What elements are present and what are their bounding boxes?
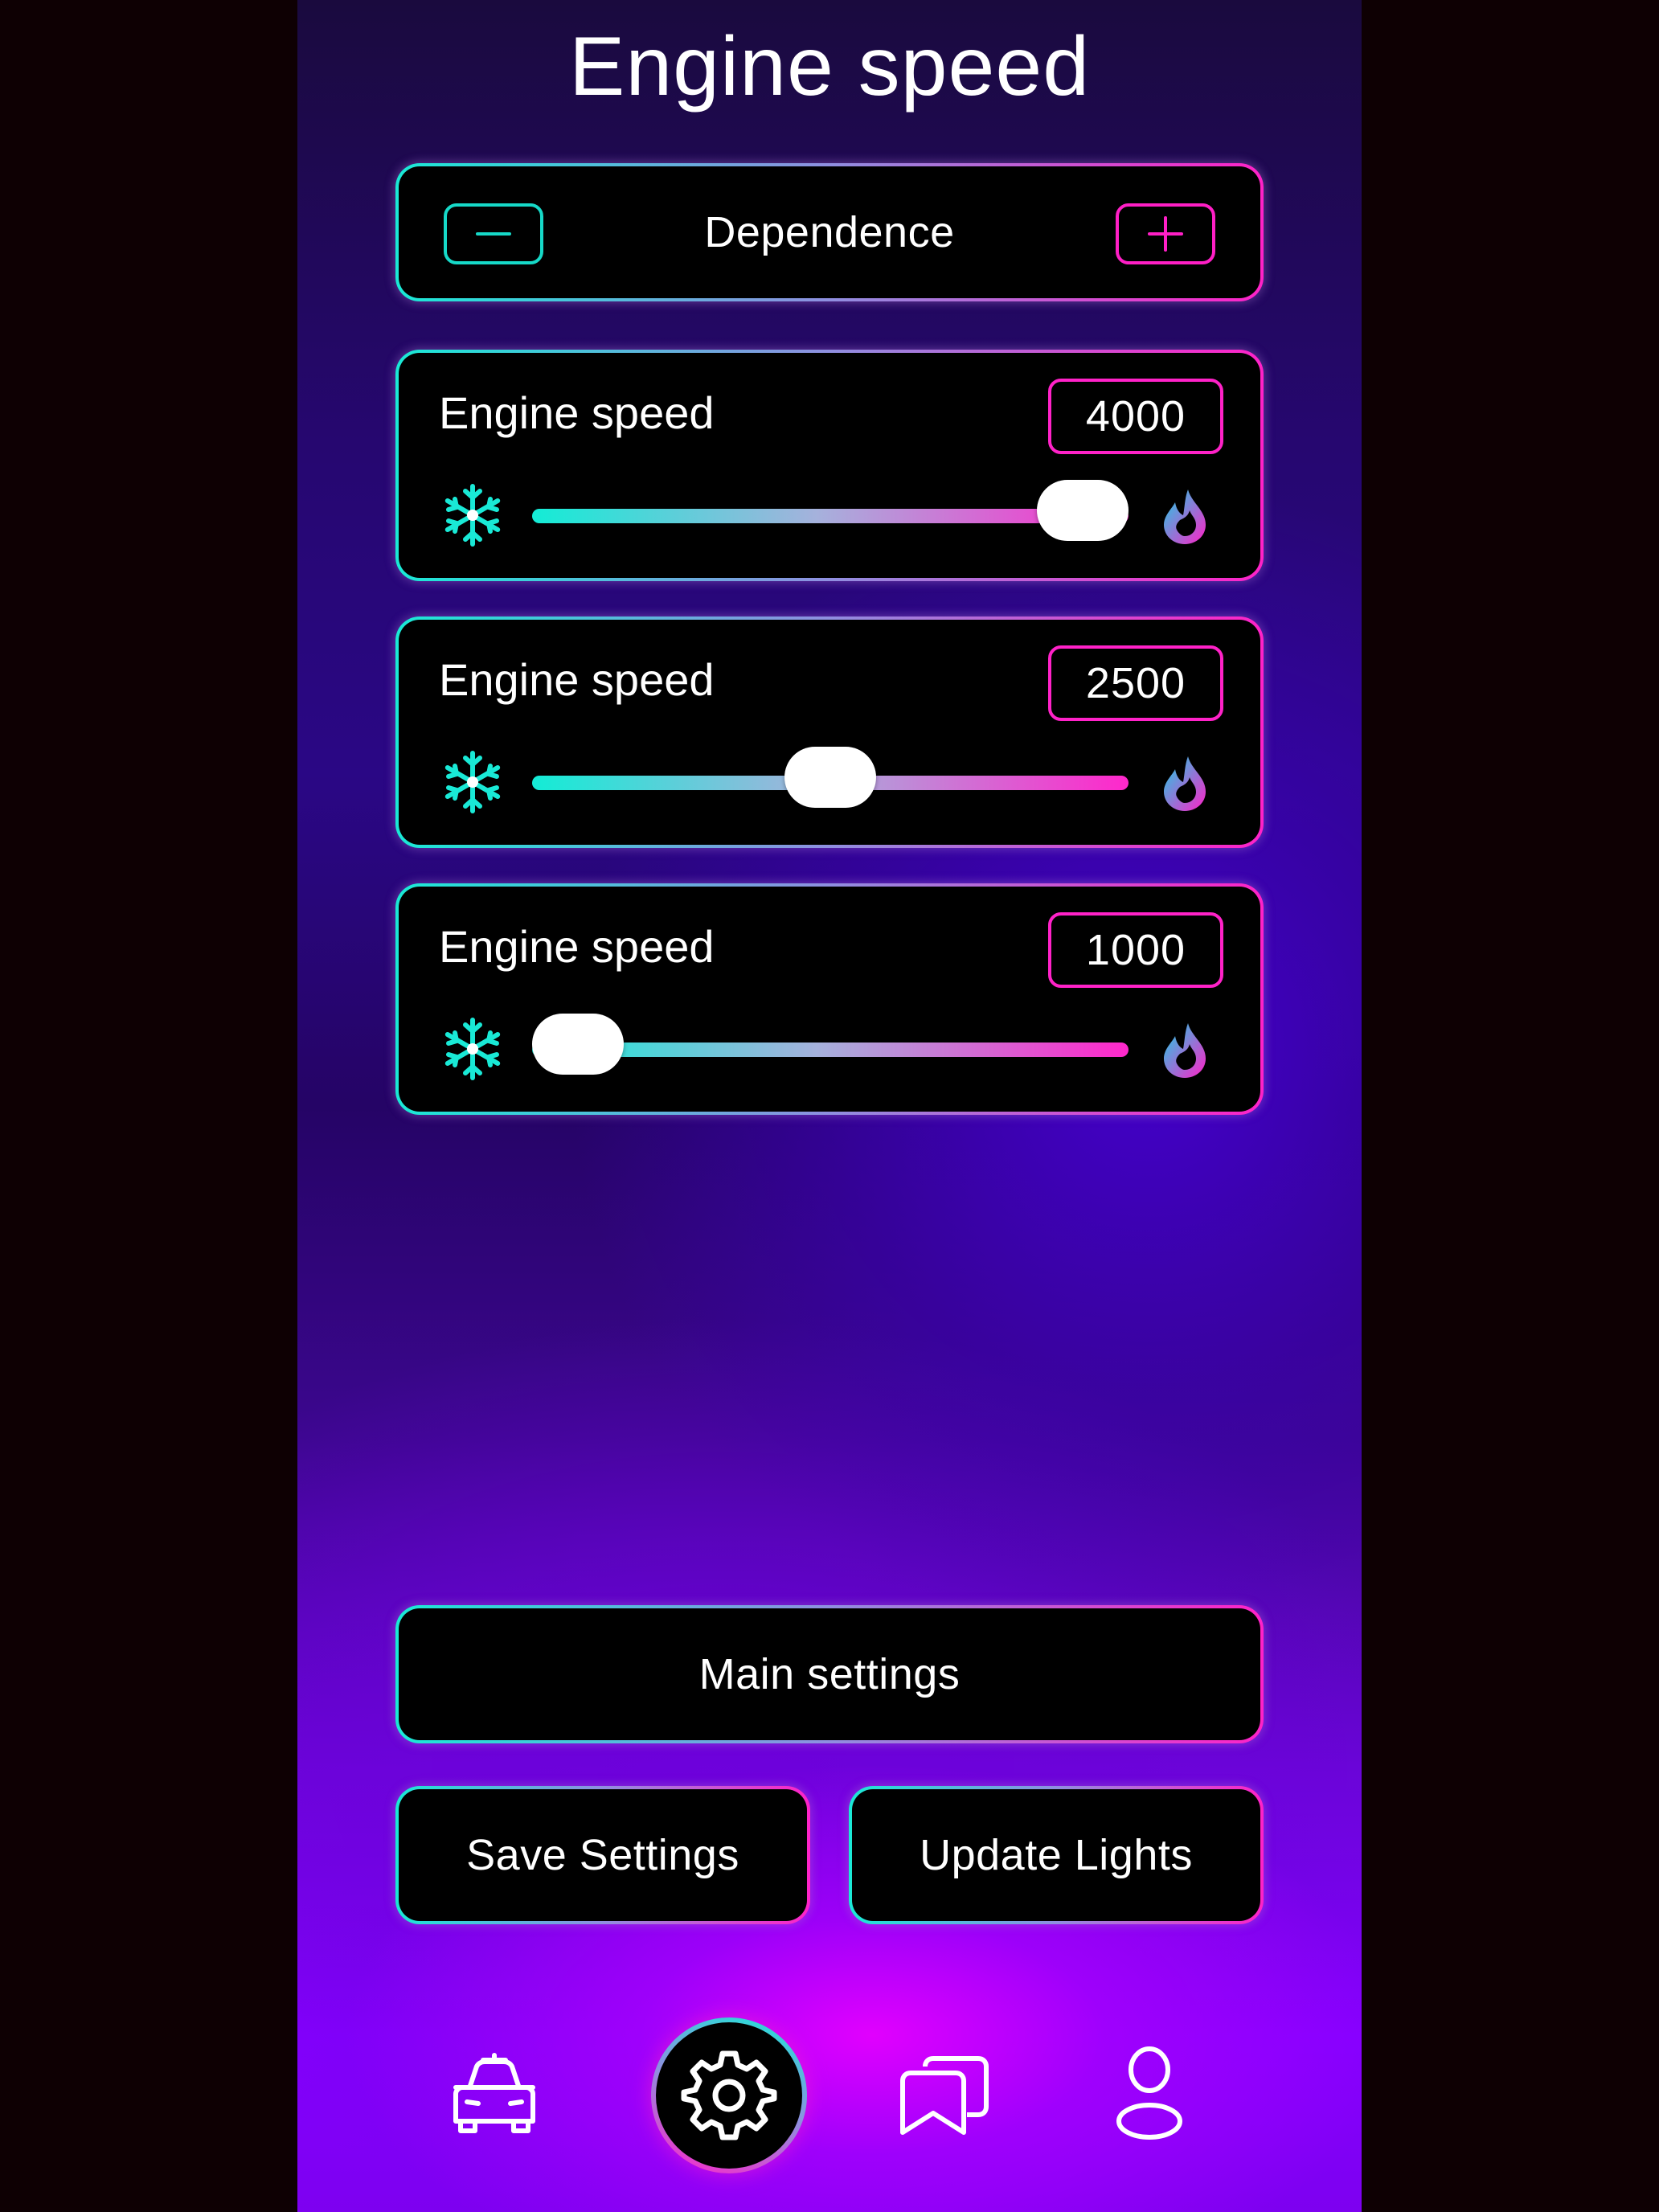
gear-icon <box>681 2050 777 2140</box>
snowflake-icon <box>444 1018 501 1080</box>
speed-value-field[interactable]: 4000 <box>1048 379 1223 454</box>
nav-library[interactable] <box>892 2040 997 2144</box>
slider-label: Engine speed <box>439 387 715 438</box>
slider-thumb[interactable] <box>784 747 876 808</box>
nav-car[interactable] <box>442 2042 547 2146</box>
page-title: Engine speed <box>568 20 1091 113</box>
main-settings-label: Main settings <box>698 1650 961 1698</box>
app-screen: Engine speed Dependence Engine speed 400… <box>297 0 1362 2212</box>
snowflake-icon <box>444 751 501 813</box>
engine-speed-card-1: Engine speed 4000 <box>395 350 1264 581</box>
engine-speed-slider[interactable] <box>532 747 1129 808</box>
engine-speed-slider[interactable] <box>532 1014 1129 1075</box>
increase-button[interactable] <box>1116 203 1215 264</box>
speed-value-field[interactable]: 1000 <box>1048 912 1223 988</box>
user-icon <box>1116 2046 1182 2140</box>
update-lights-label: Update Lights <box>920 1831 1193 1879</box>
snowflake-icon <box>444 484 501 547</box>
dependence-panel: Dependence <box>395 163 1264 301</box>
engine-speed-card-2: Engine speed 2500 <box>395 616 1264 848</box>
car-icon <box>453 2053 535 2133</box>
book-icon <box>900 2056 989 2135</box>
save-settings-label: Save Settings <box>466 1831 739 1879</box>
slider-label: Engine speed <box>439 654 715 705</box>
nav-profile[interactable] <box>1101 2042 1198 2146</box>
main-settings-button[interactable]: Main settings <box>395 1605 1264 1743</box>
plus-icon <box>1148 216 1183 252</box>
nav-settings[interactable] <box>651 2017 807 2173</box>
engine-speed-slider[interactable] <box>532 480 1129 541</box>
engine-speed-card-3: Engine speed 1000 <box>395 883 1264 1115</box>
slider-thumb[interactable] <box>532 1014 624 1075</box>
flame-icon <box>1164 1023 1206 1078</box>
slider-thumb[interactable] <box>1037 480 1129 541</box>
flame-icon <box>1164 756 1206 811</box>
save-settings-button[interactable]: Save Settings <box>395 1786 810 1924</box>
speed-value-field[interactable]: 2500 <box>1048 645 1223 721</box>
update-lights-button[interactable]: Update Lights <box>849 1786 1264 1924</box>
slider-label: Engine speed <box>439 921 715 972</box>
flame-icon <box>1164 490 1206 544</box>
bottom-nav <box>297 2009 1362 2170</box>
